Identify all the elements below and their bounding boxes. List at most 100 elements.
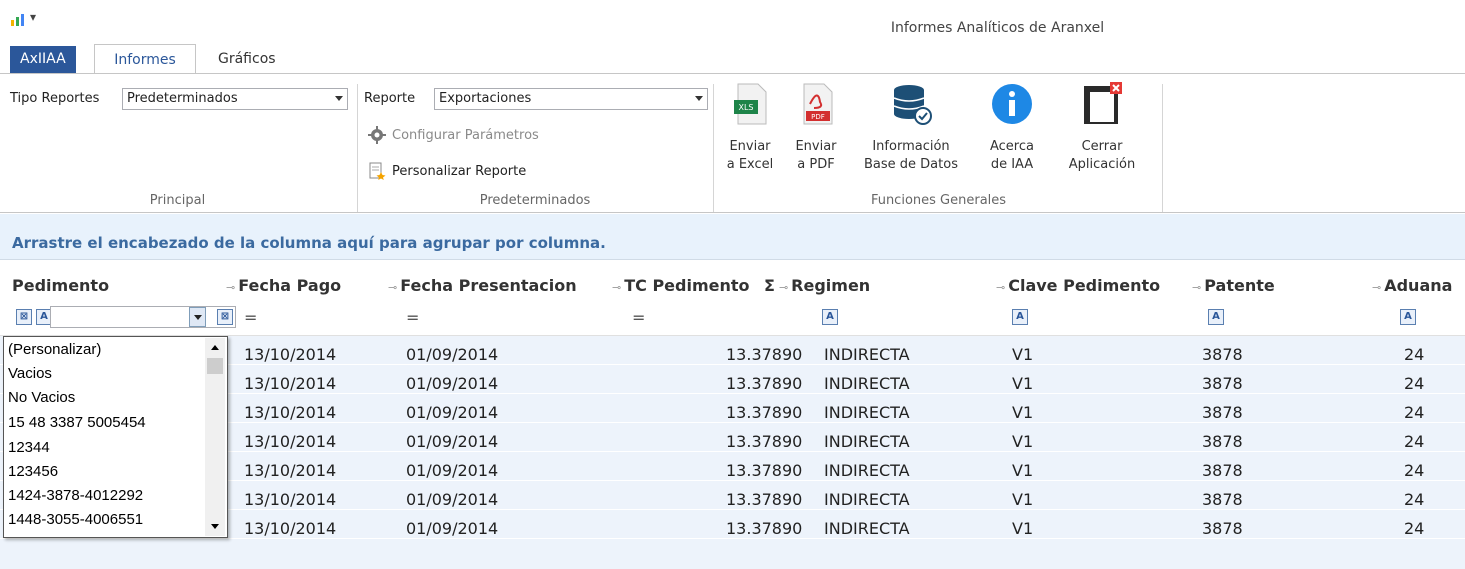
group-funciones-generales: XLS Enviar a Excel PDF Enviar a PDF Info… [716,74,1161,214]
cell-clave-pedimento: V1 [1012,345,1034,364]
filter-option[interactable]: Vacios [8,365,52,382]
column-label: Fecha Pago [238,276,342,295]
column-label: Clave Pedimento [1008,276,1161,295]
excel-badge-text: XLS [738,103,753,112]
column-label: Fecha Presentacion [400,276,577,295]
reporte-select[interactable]: Exportaciones [434,88,708,110]
enviar-excel-button[interactable]: XLS Enviar a Excel [724,82,776,174]
filter-operator-icon[interactable]: A [1012,309,1028,325]
filter-clear-icon[interactable]: ⊠ [217,309,233,325]
popup-scrollbar[interactable] [205,338,225,536]
filter-option[interactable]: 123456 [8,463,58,480]
cell-patente: 3878 [1202,374,1243,393]
filter-operator-icon[interactable]: A [822,309,838,325]
enviar-pdf-button[interactable]: PDF Enviar a PDF [790,82,842,174]
reporte-label: Reporte [364,91,416,106]
info-icon [992,84,1032,124]
tipo-reportes-select[interactable]: Predeterminados [122,88,348,110]
cell-patente: 3878 [1202,432,1243,451]
chevron-down-icon [194,315,202,320]
column-header-patente[interactable]: ⊸ Patente [1192,276,1275,295]
pedimento-filter-dropdown[interactable] [189,307,206,327]
cell-fecha-pago: 13/10/2014 [244,519,337,538]
group-divider [1162,84,1163,212]
filter-equals-operator[interactable]: = [406,308,419,327]
column-header-regimen[interactable]: Σ ⊸ Regimen [764,276,870,295]
filter-equals-operator[interactable]: = [632,308,645,327]
tab-informes[interactable]: Informes [94,44,196,74]
database-icon [893,85,932,125]
informacion-base-datos-button[interactable]: Información Base de Datos [856,82,966,174]
column-header-tc-pedimento[interactable]: ⊸ TC Pedimento [612,276,750,295]
pin-icon: ⊸ [996,281,1006,294]
cell-clave-pedimento: V1 [1012,432,1034,451]
filter-option[interactable]: 1448-3055-4006551 [8,511,143,528]
cell-fecha-pago: 13/10/2014 [244,374,337,393]
informacion-label-1: Información [872,139,950,154]
group-principal: Tipo Reportes Predeterminados Principal [0,74,355,214]
cell-aduana: 24 [1404,403,1425,422]
column-header-aduana[interactable]: ⊸ Aduana [1372,276,1452,295]
scroll-thumb[interactable] [207,358,223,374]
column-header-fecha-presentacion[interactable]: ⊸ Fecha Presentacion [388,276,577,295]
personalizar-reporte-button[interactable]: Personalizar Reporte [368,162,526,180]
cell-clave-pedimento: V1 [1012,490,1034,509]
filter-option[interactable]: No Vacios [8,389,75,406]
cerrar-aplicacion-button[interactable]: Cerrar Aplicación [1052,82,1152,174]
filter-equals-operator[interactable]: = [244,308,257,327]
personalizar-reporte-label: Personalizar Reporte [392,163,527,179]
scroll-up-icon[interactable] [207,340,223,356]
cell-fecha-presentacion: 01/09/2014 [406,432,499,451]
pdf-badge-text: PDF [811,113,825,121]
pin-icon: ⊸ [612,281,622,294]
reporte-value: Exportaciones [439,91,532,106]
cell-tc-pedimento: 13.37890 [726,432,803,451]
scroll-down-icon[interactable] [207,518,223,534]
filter-option[interactable]: 12344 [8,439,50,456]
cell-regimen: INDIRECTA [824,432,910,451]
acerca-label-2: de IAA [990,157,1034,172]
tab-file[interactable]: AxIIAA [10,46,76,74]
column-label: Pedimento [12,276,110,295]
filter-option[interactable]: 15 48 3387 5005454 [8,414,146,431]
cell-fecha-pago: 13/10/2014 [244,432,337,451]
enviar-excel-label-2: a Excel [726,157,774,172]
column-label: Aduana [1384,276,1453,295]
cell-aduana: 24 [1404,374,1425,393]
chevron-down-icon [695,96,703,101]
filter-operator-icon[interactable]: A [1400,309,1416,325]
filter-option[interactable]: 1424-3878-4012292 [8,487,143,504]
column-label: Regimen [791,276,871,295]
cell-aduana: 24 [1404,490,1425,509]
acerca-de-iaa-button[interactable]: Acerca de IAA [982,82,1042,174]
pedimento-filter-input[interactable] [50,306,236,328]
summary-icon[interactable]: Σ [764,276,775,295]
column-label: Patente [1204,276,1275,295]
ribbon-tabs: AxIIAA Informes Gráficos [0,44,1465,74]
cell-fecha-pago: 13/10/2014 [244,490,337,509]
tipo-reportes-value: Predeterminados [127,91,238,106]
cell-aduana: 24 [1404,432,1425,451]
group-by-panel[interactable]: Arrastre el encabezado de la columna aqu… [0,214,1465,260]
column-header-pedimento[interactable]: Pedimento [12,276,109,295]
tipo-reportes-label: Tipo Reportes [10,91,100,106]
cell-fecha-pago: 13/10/2014 [244,403,337,422]
pin-icon: ⊸ [226,281,236,294]
column-header-fecha-pago[interactable]: ⊸ Fecha Pago [226,276,341,295]
cell-clave-pedimento: V1 [1012,519,1034,538]
filter-clear-icon[interactable]: ⊠ [16,309,32,325]
enviar-pdf-label-2: a PDF [797,157,835,172]
cell-fecha-presentacion: 01/09/2014 [406,374,499,393]
filter-operator-icon[interactable]: A [1208,309,1224,325]
configurar-parametros-button[interactable]: Configurar Parámetros [368,126,539,144]
filter-option[interactable]: (Personalizar) [8,341,101,358]
cell-regimen: INDIRECTA [824,345,910,364]
cell-fecha-presentacion: 01/09/2014 [406,490,499,509]
cell-aduana: 24 [1404,345,1425,364]
cell-tc-pedimento: 13.37890 [726,374,803,393]
column-label: TC Pedimento [624,276,750,295]
column-header-clave-pedimento[interactable]: ⊸ Clave Pedimento [996,276,1160,295]
grid-header-row: Pedimento ⊸ Fecha Pago ⊸ Fecha Presentacio… [0,260,1465,300]
cell-fecha-pago: 13/10/2014 [244,461,337,480]
tab-graficos[interactable]: Gráficos [204,44,290,74]
